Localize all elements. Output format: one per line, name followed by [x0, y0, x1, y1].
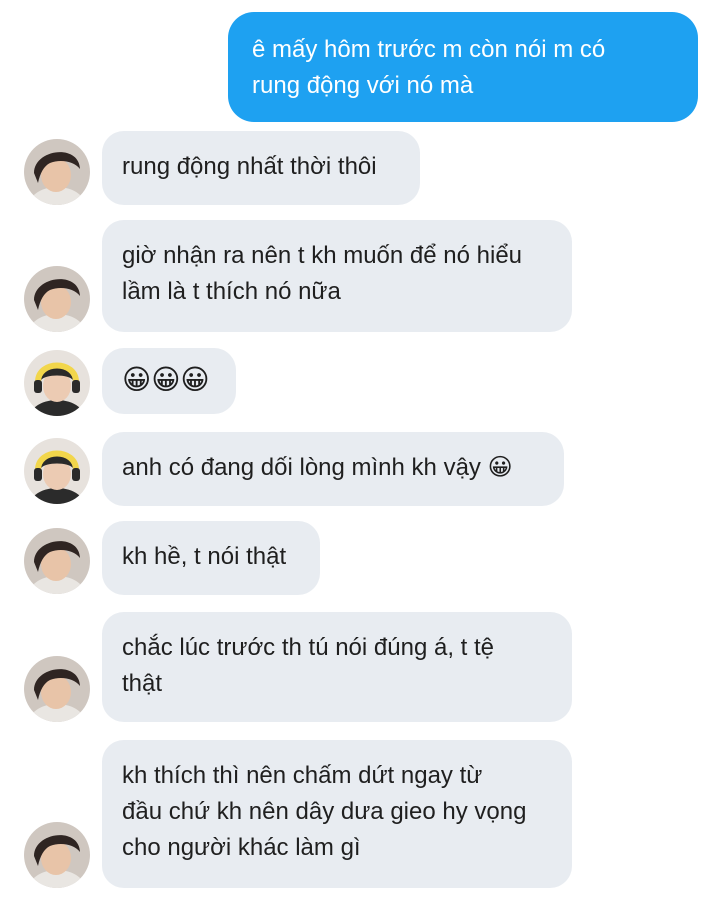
contact-avatar-a[interactable]: [24, 139, 90, 205]
avatar-a-icon: [24, 822, 90, 888]
message-bubble-incoming[interactable]: anh có đang dối lòng mình kh vậy 😀: [102, 432, 564, 506]
message-bubble-incoming[interactable]: chắc lúc trước th tú nói đúng á, t tệ th…: [102, 612, 572, 722]
contact-avatar-a[interactable]: [24, 822, 90, 888]
message-bubble-incoming[interactable]: rung động nhất thời thôi: [102, 131, 420, 205]
avatar-a-icon: [24, 528, 90, 594]
avatar-a-icon: [24, 139, 90, 205]
avatar-a-icon: [24, 656, 90, 722]
avatar-b-icon: [24, 350, 90, 416]
contact-avatar-b[interactable]: [24, 350, 90, 416]
avatar-a-icon: [24, 266, 90, 332]
contact-avatar-a[interactable]: [24, 266, 90, 332]
contact-avatar-a[interactable]: [24, 528, 90, 594]
avatar-b-icon: [24, 438, 90, 504]
message-bubble-incoming[interactable]: giờ nhận ra nên t kh muốn để nó hiểu lầm…: [102, 220, 572, 332]
message-bubble-incoming[interactable]: kh hề, t nói thật: [102, 521, 320, 595]
message-bubble-incoming[interactable]: 😀😀😀: [102, 348, 236, 414]
message-bubble-incoming[interactable]: kh thích thì nên chấm dứt ngay từ đầu ch…: [102, 740, 572, 888]
message-bubble-outgoing[interactable]: ê mấy hôm trước m còn nói m có rung động…: [228, 12, 698, 122]
contact-avatar-a[interactable]: [24, 656, 90, 722]
contact-avatar-b[interactable]: [24, 438, 90, 504]
